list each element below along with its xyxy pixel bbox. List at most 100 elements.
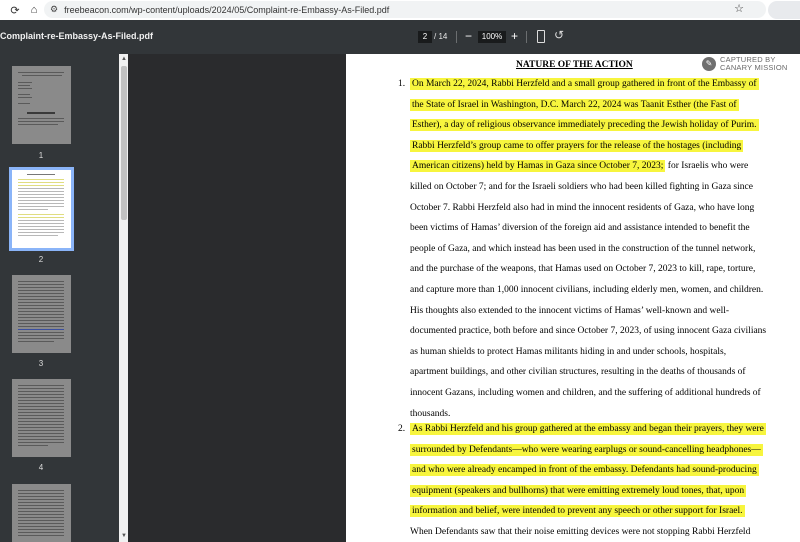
zoom-in-button[interactable]: + [511,29,518,43]
url-bar[interactable]: ⚙ freebeacon.com/wp-content/uploads/2024… [44,1,766,18]
plain-text: people of Gaza, and which instead has be… [410,243,756,254]
toolbar-divider [526,31,527,43]
watermark-text: CAPTURED BY CANARY MISSION [720,56,788,72]
thumb-line [18,88,32,89]
thumb-line [18,397,64,398]
plain-text: When Defendants saw that their noise emi… [410,527,751,537]
thumb-line [18,185,64,186]
highlighted-text: Rabbi Herzfeld’s group came to offer pra… [410,139,744,152]
thumb-line [18,394,64,395]
thumb-line [18,85,30,86]
zoom-level-input[interactable]: 100% [478,31,506,43]
thumb-line [18,287,64,288]
thumb-line [18,529,64,530]
text-line: October 7. Rabbi Herzfeld also had in mi… [410,202,754,214]
plain-text: and the purchase of the weapons, that Ha… [410,264,756,275]
home-icon[interactable]: ⌂ [25,1,43,19]
text-line: people of Gaza, and which instead has be… [410,243,755,255]
text-line: American citizens) held by Hamas in Gaza… [410,160,748,173]
text-line: information and belief, were intended to… [410,505,745,518]
text-line: equipment (speakers and bullhorns) that … [410,484,747,497]
text-line: As Rabbi Herzfeld and his group gathered… [410,423,766,435]
plain-text: documented practice, both before and sin… [410,326,767,337]
thumb-line [18,409,64,410]
text-line: thousands. [410,408,450,420]
text-line: When Defendants saw that their noise emi… [410,526,750,538]
thumb-line [18,496,64,497]
text-line: apartment buildings, and other civilian … [410,366,746,378]
thumbnail-page-1[interactable] [12,66,71,144]
thumbnail-page-4[interactable] [12,379,71,457]
browser-menu-button[interactable] [768,1,800,19]
thumb-line [18,403,64,404]
thumb-line [18,421,64,422]
pdf-page: NATURE OF THE ACTION ✎ CAPTURED BY CANAR… [346,54,800,542]
thumb-line [18,191,64,192]
thumb-line [18,391,64,392]
highlighted-text: Esther), a day of religious observance i… [410,119,759,132]
text-line: and capture more than 1,000 innocent civ… [410,284,763,296]
thumb-line [18,72,64,73]
text-line: been victims of Hamas’ diversion of the … [410,222,750,234]
thumbnail-label: 4 [38,463,44,472]
sidebar-scrollbar-thumb[interactable] [121,66,127,220]
thumb-line [18,214,64,215]
thumb-line [18,182,64,183]
thumb-line [18,490,64,491]
scroll-up-arrow-icon[interactable]: ▲ [120,56,128,62]
thumb-line [18,514,64,515]
thumb-line [18,499,64,500]
toolbar-divider [456,31,457,43]
thumb-line [18,323,64,324]
thumb-line [18,226,64,227]
highlighted-text: On March 22, 2024, Rabbi Herzfeld and a … [410,78,759,90]
thumb-line [18,305,64,306]
rotate-icon[interactable]: ↺ [554,28,564,42]
plain-text: apartment buildings, and other civilian … [410,367,746,378]
thumb-line [18,197,64,198]
text-line: On March 22, 2024, Rabbi Herzfeld and a … [410,78,759,90]
text-line: as human shields to protect Hamas milita… [410,346,726,358]
thumbnail-label: 2 [38,255,44,264]
thumb-line [18,523,64,524]
highlighted-text: American citizens) held by Hamas in Gaza… [410,160,666,173]
bookmark-star-icon[interactable]: ☆ [734,2,744,15]
thumbnail-sidebar: 1 2 3 4 [0,54,128,542]
plain-text: His thoughts also extended to the innoce… [410,305,730,316]
thumb-line [18,121,64,122]
thumb-line [18,229,64,230]
thumbnail-page-3[interactable] [12,275,71,353]
thumb-line [18,293,64,294]
plain-text: thousands. [410,408,451,419]
plain-text: innocent Gazans, including women and chi… [410,388,761,398]
text-line: Rabbi Herzfeld’s group came to offer pra… [410,139,744,152]
thumb-line [18,520,64,521]
thumbnail-page-5[interactable] [12,484,71,542]
plain-text: killed on October 7; and for the Israeli… [410,182,753,192]
text-line: His thoughts also extended to the innoce… [410,305,729,317]
viewer-background [128,54,346,542]
thumb-line [18,532,64,533]
thumb-block [27,174,55,175]
site-info-icon[interactable]: ⚙ [50,4,58,15]
thumb-line [18,82,32,83]
highlighted-text: and who were already encamped in front o… [410,464,759,477]
fit-to-page-icon[interactable] [537,30,545,43]
scroll-down-arrow-icon[interactable]: ▼ [120,533,128,539]
browser-address-bar: ⟳ ⌂ ⚙ freebeacon.com/wp-content/uploads/… [0,0,800,20]
thumb-line [18,433,64,434]
thumb-line [18,341,54,342]
page-number-input[interactable]: 2 [418,31,432,43]
thumb-line [18,217,64,218]
thumb-line [18,320,64,321]
thumb-line [18,302,64,303]
reload-icon[interactable]: ⟳ [6,1,24,19]
zoom-out-button[interactable]: − [465,29,472,43]
thumb-line [18,415,64,416]
thumb-line [18,508,64,509]
thumbnail-page-2[interactable] [9,167,74,251]
pdf-toolbar: Complaint-re-Embassy-As-Filed.pdf 2 / 14… [0,20,800,54]
thumb-line [18,427,64,428]
text-line: killed on October 7; and for the Israeli… [410,181,753,193]
thumb-line [18,223,64,224]
